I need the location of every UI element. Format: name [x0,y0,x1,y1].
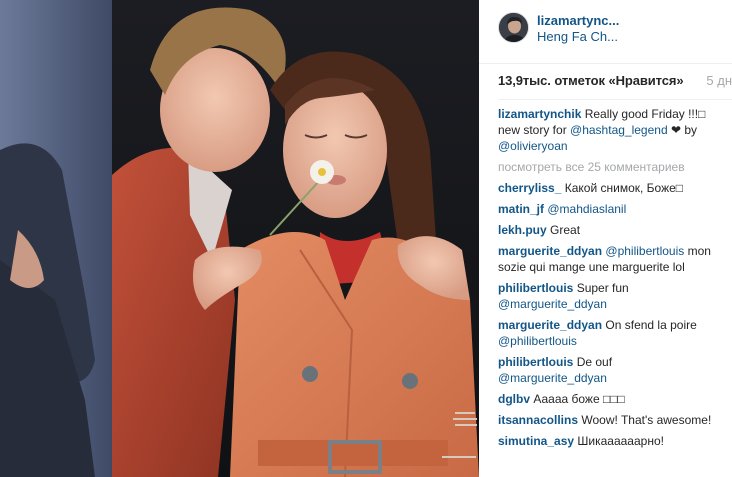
avatar-photo-icon [499,13,528,42]
caption-hashtag-link[interactable]: @hashtag_legend [570,123,668,137]
comment: philibertlouis De ouf @marguerite_ddyan [498,354,724,386]
comment: cherryliss_ Какой снимок, Боже□ [498,180,724,196]
likes-count[interactable]: 13,9тыс. отметок «Нравится» [498,73,684,88]
comments-list: lizamartynchik Really good Friday !!!□ n… [498,106,724,454]
caption: lizamartynchik Really good Friday !!!□ n… [498,106,724,154]
comment-username[interactable]: itsannacollins [498,413,578,427]
comment-text: Какой снимок, Боже□ [564,181,684,195]
comment-mention-link[interactable]: @marguerite_ddyan [498,371,607,385]
comment: dglbv Ааааа боже □□□ [498,391,724,407]
comment-username[interactable]: dglbv [498,392,530,406]
likes-row: 13,9тыс. отметок «Нравится» 5 дн [498,73,732,91]
fashion-photo-image [0,0,479,477]
divider [498,99,732,100]
comment-username[interactable]: philibertlouis [498,355,573,369]
caption-username[interactable]: lizamartynchik [498,107,581,121]
post-time[interactable]: 5 дн [706,73,732,88]
comment-mention-link[interactable]: @philibertlouis [498,334,577,348]
comment: simutina_asy Шикаааааарно! [498,433,724,449]
caption-mention-link[interactable]: @olivieryoan [498,139,568,153]
avatar[interactable] [498,12,529,43]
comment-text: Шикаааааарно! [577,434,664,448]
comment-username[interactable]: cherryliss_ [498,181,561,195]
comment-username[interactable]: philibertlouis [498,281,573,295]
post-photo[interactable] [0,0,479,477]
comment-text: Super fun [576,281,629,295]
comment-mention-link[interactable]: @mahdiaslanil [547,202,626,216]
comment-username[interactable]: simutina_asy [498,434,574,448]
heart-icon: ❤ [670,123,682,137]
comment-text: On sfend la poire [605,318,697,332]
comment: philibertlouis Super fun @marguerite_ddy… [498,280,724,312]
comment: itsannacollins Woow! That's awesome! [498,412,724,428]
view-all-comments-link[interactable]: посмотреть все 25 комментариев [498,159,724,175]
comment-username[interactable]: matin_jf [498,202,544,216]
author-username[interactable]: lizamartync... [537,13,619,28]
post-details-panel: lizamartync... Heng Fa Ch... 13,9тыс. от… [479,0,732,477]
comment-username[interactable]: marguerite_ddyan [498,244,602,258]
comment-username[interactable]: marguerite_ddyan [498,318,602,332]
post-header: lizamartync... Heng Fa Ch... [479,0,732,64]
location-link[interactable]: Heng Fa Ch... [537,29,618,44]
caption-text-by: by [681,123,698,137]
comment: lekh.puy Great [498,222,724,238]
comment-text: De ouf [576,355,613,369]
comment-username[interactable]: lekh.puy [498,223,547,237]
comment: matin_jf @mahdiaslanil [498,201,724,217]
comment: marguerite_ddyan On sfend la poire @phil… [498,317,724,349]
comment-text: Ааааа боже □□□ [533,392,625,406]
comment-mention-link[interactable]: @marguerite_ddyan [498,297,607,311]
comment-mention-link[interactable]: @philibertlouis [605,244,684,258]
comment-text: Great [550,223,581,237]
comment-text: Woow! That's awesome! [581,413,712,427]
comment: marguerite_ddyan @philibertlouis mon soz… [498,243,724,275]
